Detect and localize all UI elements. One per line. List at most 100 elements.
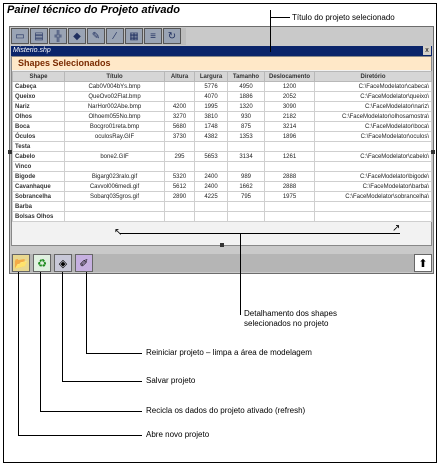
resize-handle-right[interactable] <box>431 150 435 154</box>
table-cell: 2888 <box>264 181 315 192</box>
resize-handle-left[interactable] <box>8 150 12 154</box>
table-cell <box>314 211 432 222</box>
table-cell: C:\FaceModelator\boca\ <box>314 121 432 132</box>
table-row[interactable]: Vinco <box>12 161 432 172</box>
table-cell: 2052 <box>264 91 315 102</box>
table-cell: C:\FaceModelator\barba\ <box>314 181 432 192</box>
table-cell <box>194 211 228 222</box>
table-row[interactable]: Sobrancelha Sobarq035gros.gif 2890 4225 795 1… <box>12 191 432 202</box>
table-cell: C:\FaceModelator\oculos\ <box>314 131 432 142</box>
table-cell: 1896 <box>264 131 315 142</box>
callout-line-title-h <box>270 17 290 18</box>
table-cell: 5776 <box>194 81 228 92</box>
table-cell <box>314 201 432 212</box>
shape-name-cell: Testa <box>12 141 65 152</box>
column-header[interactable]: Shape <box>12 71 65 82</box>
table-cell <box>164 81 195 92</box>
callout-line-reset-v <box>86 272 87 354</box>
up-arrow-icon[interactable]: ⬆ <box>414 254 432 272</box>
table-cell: 875 <box>227 121 265 132</box>
arrow-right-icon: ↗ <box>392 223 401 234</box>
table-row[interactable]: Bolsas Olhos <box>12 211 432 222</box>
printer-icon[interactable]: ▤ <box>30 28 48 44</box>
table-cell: 1353 <box>227 131 265 142</box>
column-header[interactable]: Título <box>64 71 165 82</box>
folder-icon[interactable]: ▭ <box>11 28 29 44</box>
table-cell: 3090 <box>264 101 315 112</box>
table-cell: 1320 <box>227 101 265 112</box>
open-project-icon[interactable]: 📂 <box>12 254 30 272</box>
arrow-left-icon: ↖ <box>114 227 123 238</box>
column-header[interactable]: Altura <box>164 71 195 82</box>
table-row[interactable]: Cabeça Cab0V004bYs.bmp 5776 4950 1200 C:\Face… <box>12 81 432 92</box>
callout-line-detail-right <box>240 233 400 234</box>
table-cell: 4225 <box>194 191 228 202</box>
table-cell <box>264 161 315 172</box>
table-cell: 1975 <box>264 191 315 202</box>
reset-icon[interactable]: ✐ <box>75 254 93 272</box>
table-cell <box>227 211 265 222</box>
align-icon[interactable]: ≡ <box>144 28 162 44</box>
callout-line-refresh-h <box>40 411 142 412</box>
window-titlebar: Misterio.shp x <box>11 46 432 56</box>
callout-line-refresh-v <box>40 272 41 412</box>
table-row[interactable]: Boca Bocgro01reta.bmp 5680 1748 875 3214 C:\Fa… <box>12 121 432 132</box>
close-button[interactable]: x <box>423 46 431 55</box>
pencil-icon[interactable]: ∕ <box>106 28 124 44</box>
tools-icon[interactable]: ✎ <box>87 28 105 44</box>
table-cell: QueOvo02Flat.bmp <box>64 91 165 102</box>
column-header[interactable]: Deslocamento <box>264 71 315 82</box>
table-cell: 3134 <box>227 151 265 162</box>
table-cell: 1261 <box>264 151 315 162</box>
table-row[interactable]: Bigode Bigarg023ralo.gif 5320 2400 989 2888 C:… <box>12 171 432 182</box>
table-cell: 4200 <box>164 101 195 112</box>
table-cell: Sobarq035gros.gif <box>64 191 165 202</box>
table-row[interactable]: Olhos Olhoem055No.bmp 3270 3810 930 2182 C:\Fa… <box>12 111 432 122</box>
table-row[interactable]: Cavanhaque Cavvol006medi.gif 5612 2400 1662 2… <box>12 181 432 192</box>
table-cell: 5320 <box>164 171 195 182</box>
table-cell: 295 <box>164 151 195 162</box>
callout-detail-2: selecionados no projeto <box>244 319 329 328</box>
top-toolbar: ▭ ▤ ╬ ◆ ✎ ∕ ▦ ≡ ↻ <box>11 28 186 45</box>
table-row[interactable]: Testa <box>12 141 432 152</box>
table-cell: C:\FaceModelator\cabelo\ <box>314 151 432 162</box>
table-cell: 795 <box>227 191 265 202</box>
figure-caption: Painel técnico do Projeto ativado <box>7 4 180 16</box>
callout-line-save-v <box>62 272 63 382</box>
table-cell <box>227 141 265 152</box>
rotate-icon[interactable]: ↻ <box>163 28 181 44</box>
callout-title: Título do projeto selecionado <box>292 13 395 22</box>
table-row[interactable]: Barba <box>12 201 432 212</box>
chart-icon[interactable]: ▦ <box>125 28 143 44</box>
shapes-table: Shape Título Altura Largura Tamanho Deslocame… <box>12 71 432 222</box>
table-cell <box>194 201 228 212</box>
table-cell: Bocgro01reta.bmp <box>64 121 165 132</box>
table-cell <box>194 161 228 172</box>
refresh-icon[interactable]: ♻ <box>33 254 51 272</box>
callout-save: Salvar projeto <box>146 376 196 385</box>
shape-name-cell: Nariz <box>12 101 65 112</box>
column-header[interactable]: Tamanho <box>227 71 265 82</box>
table-cell: Olhoem055No.bmp <box>64 111 165 122</box>
table-cell: oculosRay.GIF <box>64 131 165 142</box>
table-row[interactable]: Nariz NarHor002Abe.bmp 4200 1995 1320 3090 C:\… <box>12 101 432 112</box>
table-cell: 3810 <box>194 111 228 122</box>
table-cell: 2890 <box>164 191 195 202</box>
table-cell: 3270 <box>164 111 195 122</box>
table-cell <box>264 201 315 212</box>
column-header[interactable]: Diretório <box>314 71 432 82</box>
table-row[interactable]: Óculos oculosRay.GIF 3730 4382 1353 1896 C:\Fa… <box>12 131 432 142</box>
save-icon[interactable]: ◈ <box>54 254 72 272</box>
table-row[interactable]: Queixo QueOvo02Flat.bmp 4070 1886 2052 C:\Fac… <box>12 91 432 102</box>
paint-icon[interactable]: ◆ <box>68 28 86 44</box>
table-cell: 3214 <box>264 121 315 132</box>
callout-detail-1: Detalhamento dos shapes <box>244 309 337 318</box>
table-cell <box>164 211 195 222</box>
shape-name-cell: Óculos <box>12 131 65 142</box>
table-row[interactable]: Cabelo bone2.GIF 295 5653 3134 1261 C:\FaceMod… <box>12 151 432 162</box>
table-cell <box>64 201 165 212</box>
column-header[interactable]: Largura <box>194 71 228 82</box>
table-cell: 5653 <box>194 151 228 162</box>
resize-handle-bottom[interactable] <box>220 243 224 247</box>
grid-icon[interactable]: ╬ <box>49 28 67 44</box>
